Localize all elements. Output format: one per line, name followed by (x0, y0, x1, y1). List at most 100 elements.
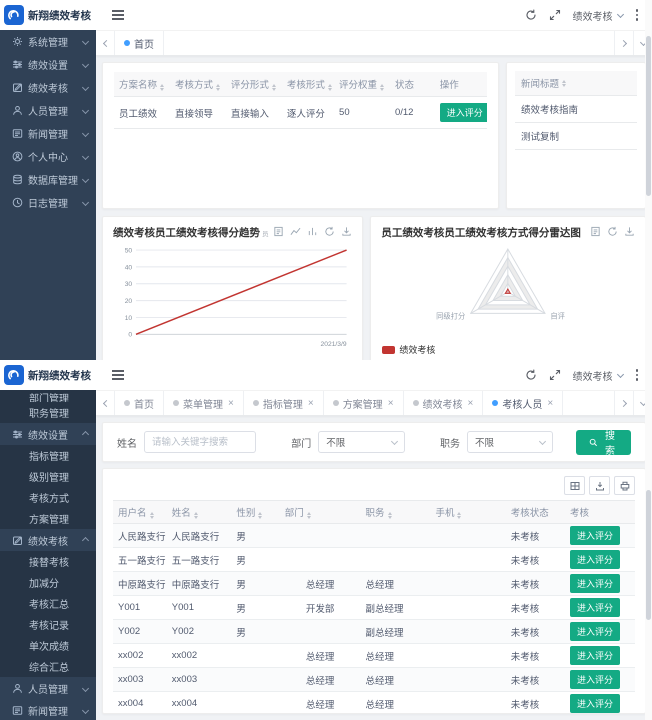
refresh-icon[interactable] (525, 369, 538, 382)
enter-score-button[interactable]: 进入评分 (570, 670, 620, 689)
sidebar-item-database[interactable]: 数据库管理 (0, 168, 96, 191)
fullscreen-icon[interactable] (549, 9, 562, 22)
scrollbar-thumb[interactable] (646, 36, 651, 196)
column-header[interactable]: 职务 (361, 501, 431, 524)
sort-icon[interactable] (562, 80, 566, 87)
sidebar-item-plan-mgmt[interactable]: 方案管理 (0, 508, 96, 529)
sidebar-item-profile[interactable]: 个人中心 (0, 145, 96, 168)
app-logo[interactable]: 新翔绩效考核 (0, 0, 96, 30)
sort-icon[interactable] (328, 84, 332, 91)
close-icon[interactable]: × (547, 398, 553, 409)
tab[interactable]: 菜单管理 × (164, 391, 244, 415)
column-header[interactable]: 用户名 (113, 501, 167, 524)
column-header[interactable]: 评分形式 (226, 72, 282, 97)
data-view-icon[interactable] (273, 226, 284, 237)
sidebar-item-logs[interactable]: 日志管理 (0, 191, 96, 214)
sidebar-item-overall-summary[interactable]: 综合汇总 (0, 656, 96, 677)
news-item[interactable]: 绩效考核指南 (515, 96, 637, 123)
tab[interactable]: 绩效考核 × (404, 391, 484, 415)
sort-icon[interactable] (457, 512, 461, 519)
scrollbar[interactable] (645, 360, 652, 720)
radar-chart[interactable]: 自评同级打分 (381, 240, 635, 340)
sidebar-item-level-mgmt[interactable]: 级别管理 (0, 466, 96, 487)
sidebar-item-perf-settings[interactable]: 绩效设置 (0, 53, 96, 76)
user-dropdown[interactable]: 绩效考核 (573, 368, 623, 383)
enter-score-button[interactable]: 进入评分 (570, 526, 620, 545)
column-header[interactable]: 考核形式 (282, 72, 334, 97)
name-search-input[interactable] (144, 431, 256, 453)
sidebar-item-perf-settings[interactable]: 绩效设置 (0, 423, 96, 445)
tab[interactable]: 方案管理 × (324, 391, 404, 415)
scrollbar[interactable] (645, 0, 652, 360)
table-row[interactable]: Y001 Y001 男 开发部 副总经理 未考核 进入评分 (113, 596, 635, 620)
sort-icon[interactable] (307, 512, 311, 519)
close-icon[interactable]: × (228, 398, 234, 409)
column-header[interactable]: 部门 (280, 501, 361, 524)
tab[interactable]: 指标管理 × (244, 391, 324, 415)
hamburger-icon[interactable] (112, 10, 124, 20)
news-item[interactable]: 测试复制 (515, 123, 637, 150)
sort-icon[interactable] (150, 512, 154, 519)
table-row[interactable]: Y002 Y002 男 副总经理 未考核 进入评分 (113, 620, 635, 644)
app-logo[interactable]: 新翔绩效考核 (0, 360, 96, 390)
enter-score-button[interactable]: 进入评分 (440, 103, 487, 122)
tab[interactable]: 首页 × (115, 391, 164, 415)
sort-icon[interactable] (160, 84, 164, 91)
table-row[interactable]: 五一路支行 五一路支行 男 未考核 进入评分 (113, 548, 635, 572)
sidebar-item-review-summary[interactable]: 考核汇总 (0, 593, 96, 614)
column-header[interactable]: 考核方式 (170, 72, 226, 97)
grid-icon[interactable] (564, 476, 585, 495)
sidebar-item-news[interactable]: 新闻管理 (0, 699, 96, 720)
refresh-icon[interactable] (525, 9, 538, 22)
close-icon[interactable]: × (468, 398, 474, 409)
tab[interactable]: 首页 × (115, 31, 164, 55)
tabs-scroll-left-icon[interactable] (96, 31, 115, 55)
table-row[interactable]: xx002 xx002 总经理 总经理 未考核 进入评分 (113, 644, 635, 668)
column-header[interactable]: 状态 (390, 72, 435, 97)
table-row[interactable]: 中原路支行 中原路支行 男 总经理 总经理 未考核 进入评分 (113, 572, 635, 596)
sidebar-item-perf-review[interactable]: 绩效考核 (0, 529, 96, 551)
tabs-scroll-left-icon[interactable] (96, 391, 115, 415)
sidebar-item-news[interactable]: 新闻管理 (0, 122, 96, 145)
sort-icon[interactable] (380, 84, 384, 91)
sidebar-item-review-records[interactable]: 考核记录 (0, 614, 96, 635)
sort-icon[interactable] (216, 84, 220, 91)
sidebar-item-review-method[interactable]: 考核方式 (0, 487, 96, 508)
column-header[interactable]: 手机 (430, 501, 505, 524)
chart-legend[interactable]: 绩效考核 (382, 343, 435, 356)
scrollbar-thumb[interactable] (646, 490, 651, 620)
enter-score-button[interactable]: 进入评分 (570, 646, 620, 665)
table-row[interactable]: xx003 xx003 总经理 总经理 未考核 进入评分 (113, 668, 635, 692)
line-chart[interactable]: 010203040502021/3/9 (113, 240, 352, 352)
save-image-icon[interactable] (341, 226, 352, 237)
sidebar-item-bonus-penalty[interactable]: 加减分 (0, 572, 96, 593)
user-dropdown[interactable]: 绩效考核 (573, 8, 623, 23)
dept-select[interactable]: 不限 (318, 431, 404, 453)
close-icon[interactable]: × (308, 398, 314, 409)
column-header[interactable]: 性别 (231, 501, 279, 524)
enter-score-button[interactable]: 进入评分 (570, 622, 620, 641)
tab[interactable]: 考核人员 × (483, 391, 563, 415)
restore-icon[interactable] (324, 226, 335, 237)
kebab-icon[interactable] (634, 9, 641, 21)
sidebar-item-job-mgmt[interactable]: 职务管理 (0, 402, 96, 423)
sidebar-item-personnel[interactable]: 人员管理 (0, 677, 96, 699)
job-select[interactable]: 不限 (467, 431, 553, 453)
sidebar-item-system[interactable]: 系统管理 (0, 30, 96, 53)
column-header[interactable]: 姓名 (167, 501, 232, 524)
sidebar-item-takeover-review[interactable]: 接替考核 (0, 551, 96, 572)
close-icon[interactable]: × (388, 398, 394, 409)
table-row[interactable]: 人民路支行 人民路支行 男 未考核 进入评分 (113, 524, 635, 548)
tabs-scroll-right-icon[interactable] (614, 31, 633, 55)
news-column-header[interactable]: 新闻标题 (515, 71, 637, 96)
enter-score-button[interactable]: 进入评分 (570, 598, 620, 617)
table-row[interactable]: xx004 xx004 总经理 总经理 未考核 进入评分 (113, 692, 635, 715)
enter-score-button[interactable]: 进入评分 (570, 550, 620, 569)
kebab-icon[interactable] (634, 369, 641, 381)
sidebar-item-perf-review[interactable]: 绩效考核 (0, 76, 96, 99)
save-image-icon[interactable] (624, 226, 635, 237)
data-view-icon[interactable] (590, 226, 601, 237)
sidebar-item-indicator-mgmt[interactable]: 指标管理 (0, 445, 96, 466)
tabs-scroll-right-icon[interactable] (614, 391, 633, 415)
sort-icon[interactable] (388, 512, 392, 519)
